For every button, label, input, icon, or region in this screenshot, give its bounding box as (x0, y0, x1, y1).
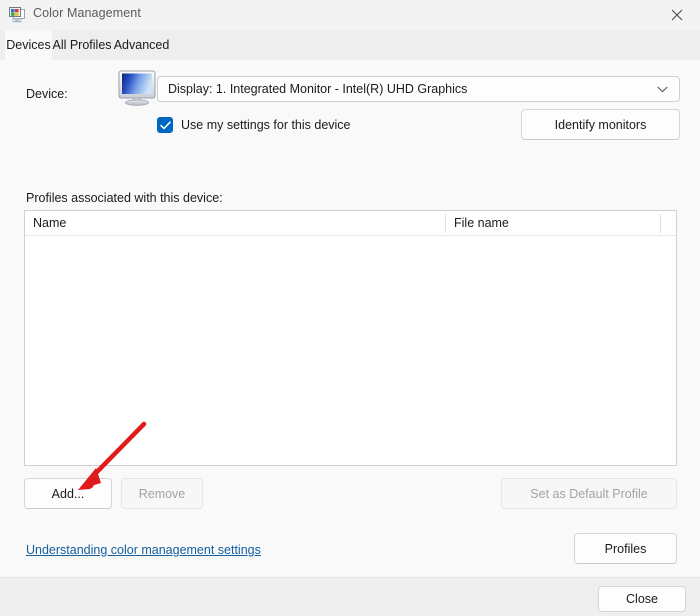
tab-devices[interactable]: Devices (5, 30, 52, 60)
add-profile-button[interactable]: Add... (24, 478, 112, 509)
dialog-footer: Close (0, 578, 700, 616)
color-management-window: Color Management Devices All Profiles Ad… (0, 0, 700, 616)
column-header-name[interactable]: Name (25, 211, 445, 235)
device-label: Device: (26, 87, 68, 101)
use-my-settings-label: Use my settings for this device (181, 118, 351, 132)
profiles-caption: Profiles associated with this device: (26, 191, 223, 205)
close-dialog-button[interactable]: Close (598, 586, 686, 612)
devices-tab-panel: Device: Display: 1. Integrated Monitor -… (0, 60, 700, 578)
device-dropdown[interactable]: Display: 1. Integrated Monitor - Intel(R… (157, 76, 680, 102)
profiles-button-label: Profiles (604, 541, 647, 556)
column-header-name-label: Name (33, 216, 67, 230)
column-header-file-name[interactable]: File name (446, 211, 660, 235)
checkbox-box (157, 117, 173, 133)
set-as-default-profile-label: Set as Default Profile (530, 486, 648, 501)
chevron-down-icon (657, 86, 668, 93)
device-dropdown-value: Display: 1. Integrated Monitor - Intel(R… (168, 82, 468, 96)
window-title: Color Management (33, 6, 141, 20)
title-bar: Color Management (0, 0, 700, 30)
column-header-file-name-label: File name (454, 216, 509, 230)
identify-monitors-button[interactable]: Identify monitors (521, 109, 680, 140)
tab-devices-label: Devices (6, 38, 51, 52)
add-profile-label: Add... (51, 486, 85, 501)
profiles-list[interactable]: Name File name (24, 210, 677, 466)
profiles-button[interactable]: Profiles (574, 533, 677, 564)
identify-monitors-label: Identify monitors (554, 117, 647, 132)
column-separator-end[interactable] (660, 214, 661, 233)
set-as-default-profile-button[interactable]: Set as Default Profile (501, 478, 677, 509)
use-my-settings-checkbox[interactable]: Use my settings for this device (157, 115, 351, 135)
tab-all-profiles[interactable]: All Profiles (52, 30, 112, 60)
tab-all-profiles-label: All Profiles (52, 38, 112, 52)
close-icon[interactable] (654, 0, 700, 30)
remove-profile-label: Remove (138, 486, 186, 501)
profiles-list-body[interactable] (25, 236, 676, 465)
color-management-icon (9, 7, 26, 23)
profiles-list-header: Name File name (25, 211, 676, 236)
tab-advanced[interactable]: Advanced (112, 30, 171, 60)
understanding-color-management-link[interactable]: Understanding color management settings (26, 543, 261, 557)
tab-strip: Devices All Profiles Advanced (0, 30, 700, 60)
remove-profile-button[interactable]: Remove (121, 478, 203, 509)
monitor-icon (117, 69, 159, 107)
tab-advanced-label: Advanced (113, 38, 170, 52)
close-dialog-label: Close (626, 592, 658, 606)
